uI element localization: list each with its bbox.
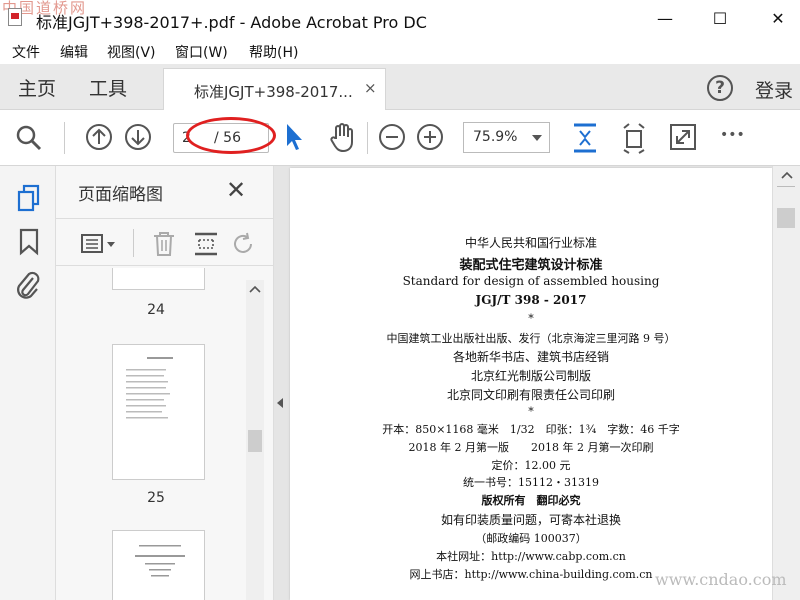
hand-tool-icon[interactable] xyxy=(328,121,358,153)
panel-toolbar xyxy=(56,218,274,266)
help-icon[interactable]: ? xyxy=(707,75,733,101)
pdf-app-icon xyxy=(8,8,22,26)
options-menu-icon[interactable] xyxy=(80,233,120,255)
panel-divider xyxy=(133,229,134,257)
scroll-up-icon[interactable] xyxy=(249,284,261,294)
zoom-out-icon[interactable] xyxy=(378,123,406,151)
more-tools-icon[interactable]: ••• xyxy=(720,127,745,143)
fit-page-icon[interactable] xyxy=(570,121,600,155)
previous-page-icon[interactable] xyxy=(85,123,113,151)
title-bar: 中国道桥网 标准JGJT+398-2017+.pdf - Adobe Acrob… xyxy=(0,0,800,38)
doc-line: 2018 年 2 月第一版 2018 年 2 月第一次印刷 xyxy=(408,441,654,454)
doc-line: Standard for design of assembled housing xyxy=(402,274,660,288)
login-button[interactable]: 登录 xyxy=(755,76,793,103)
menu-view[interactable]: 视图(V) xyxy=(107,42,156,62)
document-scrollbar[interactable] xyxy=(772,166,800,600)
thumbnail-content xyxy=(126,357,173,419)
close-icon[interactable]: ✕ xyxy=(226,176,246,204)
menu-help[interactable]: 帮助(H) xyxy=(249,42,298,62)
scroll-divider xyxy=(777,186,795,187)
left-navigation xyxy=(0,166,56,600)
doc-line: 中国建筑工业出版社出版、发行（北京海淀三里河路 9 号） xyxy=(386,332,676,345)
scroll-up-icon[interactable] xyxy=(780,170,794,180)
thumbnail-label-24: 24 xyxy=(147,302,165,318)
zoom-select[interactable]: 75.9% xyxy=(463,122,550,153)
full-screen-icon[interactable] xyxy=(668,122,698,152)
thumbnail-scrollbar[interactable] xyxy=(246,280,264,600)
doc-line: 北京同文印刷有限责任公司印刷 xyxy=(446,388,615,402)
red-highlight-annotation xyxy=(186,117,276,154)
watermark-bottom: www.cndao.com xyxy=(655,570,787,589)
tab-tools[interactable]: 工具 xyxy=(89,74,127,101)
doc-line: 开本：850×1168 毫米 1/32 印张：1¾ 字数：46 千字 xyxy=(382,423,680,436)
doc-line: 统一书号：15112・31319 xyxy=(463,476,599,489)
pdf-page: 中华人民共和国行业标准 装配式住宅建筑设计标准 Standard for des… xyxy=(290,168,772,600)
collapse-panel-icon[interactable] xyxy=(277,398,283,408)
document-view: 中华人民共和国行业标准 装配式住宅建筑设计标准 Standard for des… xyxy=(274,166,800,600)
insert-page-icon[interactable] xyxy=(193,231,219,257)
doc-line: * xyxy=(528,405,534,418)
close-window-button[interactable]: ✕ xyxy=(763,8,793,30)
next-page-icon[interactable] xyxy=(124,123,152,151)
doc-line: （邮政编码 100037） xyxy=(475,532,587,545)
page-thumbnail-25[interactable] xyxy=(112,344,205,480)
menu-bar: 文件 编辑 视图(V) 窗口(W) 帮助(H) xyxy=(0,38,800,64)
doc-line: 中华人民共和国行业标准 xyxy=(464,236,597,250)
search-icon[interactable] xyxy=(15,124,43,152)
doc-line: 版权所有 翻印必究 xyxy=(481,494,581,507)
thumbnail-content xyxy=(135,545,185,577)
zoom-in-icon[interactable] xyxy=(416,123,444,151)
panel-title: 页面缩略图 xyxy=(78,185,163,205)
doc-line: 如有印装质量问题，可寄本社退换 xyxy=(440,513,621,527)
maximize-button[interactable]: ☐ xyxy=(705,8,735,30)
delete-page-icon[interactable] xyxy=(152,231,176,257)
minimize-button[interactable]: — xyxy=(650,8,680,30)
page-thumbnails-icon[interactable] xyxy=(16,184,42,214)
select-cursor-icon[interactable] xyxy=(284,122,304,152)
attachment-icon[interactable] xyxy=(14,270,42,300)
toolbar: 2 / 56 75.9% ••• xyxy=(0,110,800,166)
rotate-view-icon[interactable] xyxy=(620,122,648,154)
tab-bar: 主页 工具 标准JGJT+398-2017... × xyxy=(0,64,800,111)
scrollbar-thumb[interactable] xyxy=(777,208,795,228)
doc-line: 本社网址：http://www.cabp.com.cn xyxy=(436,550,626,563)
toolbar-divider xyxy=(367,122,368,154)
menu-file[interactable]: 文件 xyxy=(12,42,40,62)
window-title: 标准JGJT+398-2017+.pdf - Adobe Acrobat Pro… xyxy=(36,13,427,32)
bookmark-icon[interactable] xyxy=(18,228,40,256)
tab-home[interactable]: 主页 xyxy=(18,74,56,101)
toolbar-divider xyxy=(64,122,65,154)
doc-line: * xyxy=(528,312,534,325)
chevron-down-icon xyxy=(532,135,542,141)
scrollbar-thumb[interactable] xyxy=(248,430,262,452)
rotate-page-icon[interactable] xyxy=(231,231,257,257)
thumbnail-list: 24 25 xyxy=(56,268,256,600)
page-thumbnail-26[interactable] xyxy=(112,530,205,600)
menu-edit[interactable]: 编辑 xyxy=(60,42,88,62)
doc-line: 定价：12.00 元 xyxy=(491,459,571,472)
doc-line: 各地新华书店、建筑书店经销 xyxy=(452,350,609,364)
doc-title: 装配式住宅建筑设计标准 xyxy=(459,258,603,273)
tab-document[interactable]: 标准JGJT+398-2017... × xyxy=(163,68,386,111)
zoom-value: 75.9% xyxy=(473,129,518,145)
doc-line: 北京红光制版公司制版 xyxy=(470,369,591,383)
tab-document-label: 标准JGJT+398-2017... xyxy=(194,83,353,101)
thumbnail-panel: 页面缩略图 ✕ 24 25 xyxy=(56,166,274,600)
menu-window[interactable]: 窗口(W) xyxy=(175,42,228,62)
tab-close-icon[interactable]: × xyxy=(364,79,377,97)
thumbnail-label-25: 25 xyxy=(147,490,165,506)
doc-code: JGJ/T 398 - 2017 xyxy=(475,293,587,307)
page-thumbnail-24[interactable] xyxy=(112,268,205,290)
